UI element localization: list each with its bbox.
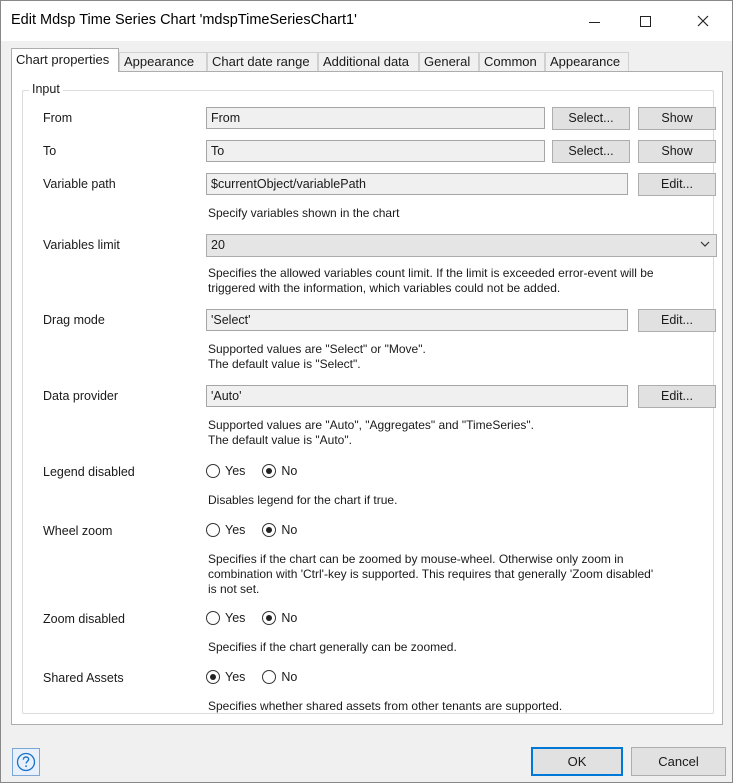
tab-appearance-2[interactable]: Appearance — [545, 52, 629, 72]
zoom-disabled-description: Specifies if the chart generally can be … — [208, 640, 457, 654]
legend-disabled-label: Legend disabled — [43, 465, 135, 479]
to-label: To — [43, 144, 57, 158]
wheel-zoom-yes-label[interactable]: Yes — [225, 523, 245, 537]
legend-disabled-no-radio[interactable] — [262, 464, 277, 478]
maximize-button[interactable] — [622, 1, 668, 41]
zoom-disabled-radio-group: Yes No — [206, 609, 314, 627]
wheel-zoom-description-3: is not set. — [208, 582, 260, 596]
from-label: From — [43, 111, 73, 125]
variables-limit-description-2: triggered with the information, which va… — [208, 281, 561, 295]
data-provider-description-1: Supported values are "Auto", "Aggregates… — [208, 418, 534, 432]
tab-appearance[interactable]: Appearance — [119, 52, 207, 72]
tab-general[interactable]: General — [419, 52, 479, 72]
tab-chart-date-range[interactable]: Chart date range — [207, 52, 318, 72]
minimize-icon — [588, 21, 600, 23]
variable-path-label: Variable path — [43, 177, 116, 191]
legend-disabled-radio-group: Yes No — [206, 462, 314, 480]
zoom-disabled-no-label[interactable]: No — [281, 611, 297, 625]
variable-path-edit-button[interactable]: Edit... — [638, 173, 716, 196]
to-field[interactable]: To — [206, 140, 545, 162]
data-provider-edit-button[interactable]: Edit... — [638, 385, 716, 408]
shared-assets-yes-label[interactable]: Yes — [225, 670, 245, 684]
tab-chart-properties[interactable]: Chart properties — [11, 48, 119, 72]
legend-disabled-no-label[interactable]: No — [281, 464, 297, 478]
wheel-zoom-description-1: Specifies if the chart can be zoomed by … — [208, 552, 624, 566]
help-button[interactable] — [12, 748, 40, 776]
to-select-button[interactable]: Select... — [552, 140, 630, 163]
from-field[interactable]: From — [206, 107, 545, 129]
drag-mode-edit-button[interactable]: Edit... — [638, 309, 716, 332]
dialog-window: Edit Mdsp Time Series Chart 'mdspTimeSer… — [0, 0, 733, 783]
shared-assets-no-label[interactable]: No — [281, 670, 297, 684]
shared-assets-yes-radio[interactable] — [206, 670, 220, 684]
shared-assets-no-radio[interactable] — [262, 670, 277, 684]
wheel-zoom-radio-group: Yes No — [206, 521, 314, 539]
chevron-down-icon — [700, 241, 710, 247]
drag-mode-label: Drag mode — [43, 313, 105, 327]
close-icon — [697, 15, 709, 27]
tab-common[interactable]: Common — [479, 52, 545, 72]
shared-assets-radio-group: Yes No — [206, 668, 314, 686]
drag-mode-description-1: Supported values are "Select" or "Move". — [208, 342, 426, 356]
question-circle-icon — [16, 752, 36, 772]
group-title: Input — [29, 82, 63, 96]
minimize-button[interactable] — [571, 1, 617, 41]
variables-limit-select[interactable]: 20 — [206, 234, 717, 257]
ok-button[interactable]: OK — [531, 747, 623, 776]
wheel-zoom-no-radio[interactable] — [262, 523, 277, 537]
zoom-disabled-label: Zoom disabled — [43, 612, 125, 626]
from-select-button[interactable]: Select... — [552, 107, 630, 130]
legend-disabled-description: Disables legend for the chart if true. — [208, 493, 398, 507]
drag-mode-description-2: The default value is "Select". — [208, 357, 361, 371]
input-group: Input From From Select... Show To To Sel… — [22, 82, 717, 714]
data-provider-field[interactable]: 'Auto' — [206, 385, 628, 407]
legend-disabled-yes-label[interactable]: Yes — [225, 464, 245, 478]
variable-path-description: Specify variables shown in the chart — [208, 206, 400, 220]
zoom-disabled-no-radio[interactable] — [262, 611, 277, 625]
maximize-icon — [639, 15, 651, 27]
wheel-zoom-label: Wheel zoom — [43, 524, 113, 538]
tab-panel: Input From From Select... Show To To Sel… — [11, 71, 723, 725]
wheel-zoom-yes-radio[interactable] — [206, 523, 220, 537]
tab-additional-data[interactable]: Additional data — [318, 52, 419, 72]
zoom-disabled-yes-label[interactable]: Yes — [225, 611, 245, 625]
drag-mode-field[interactable]: 'Select' — [206, 309, 628, 331]
to-show-button[interactable]: Show — [638, 140, 716, 163]
variables-limit-description-1: Specifies the allowed variables count li… — [208, 266, 654, 280]
shared-assets-description: Specifies whether shared assets from oth… — [208, 699, 563, 713]
wheel-zoom-description-2: combination with 'Ctrl'-key is supported… — [208, 567, 654, 581]
legend-disabled-yes-radio[interactable] — [206, 464, 220, 478]
variable-path-field[interactable]: $currentObject/variablePath — [206, 173, 628, 195]
from-show-button[interactable]: Show — [638, 107, 716, 130]
zoom-disabled-yes-radio[interactable] — [206, 611, 220, 625]
cancel-button[interactable]: Cancel — [631, 747, 726, 776]
variables-limit-label: Variables limit — [43, 238, 120, 252]
wheel-zoom-no-label[interactable]: No — [281, 523, 297, 537]
data-provider-label: Data provider — [43, 389, 119, 403]
window-title: Edit Mdsp Time Series Chart 'mdspTimeSer… — [11, 12, 357, 28]
variables-limit-value: 20 — [211, 238, 225, 252]
data-provider-description-2: The default value is "Auto". — [208, 433, 352, 447]
close-button[interactable] — [680, 1, 726, 41]
title-bar: Edit Mdsp Time Series Chart 'mdspTimeSer… — [1, 1, 732, 41]
shared-assets-label: Shared Assets — [43, 671, 124, 685]
